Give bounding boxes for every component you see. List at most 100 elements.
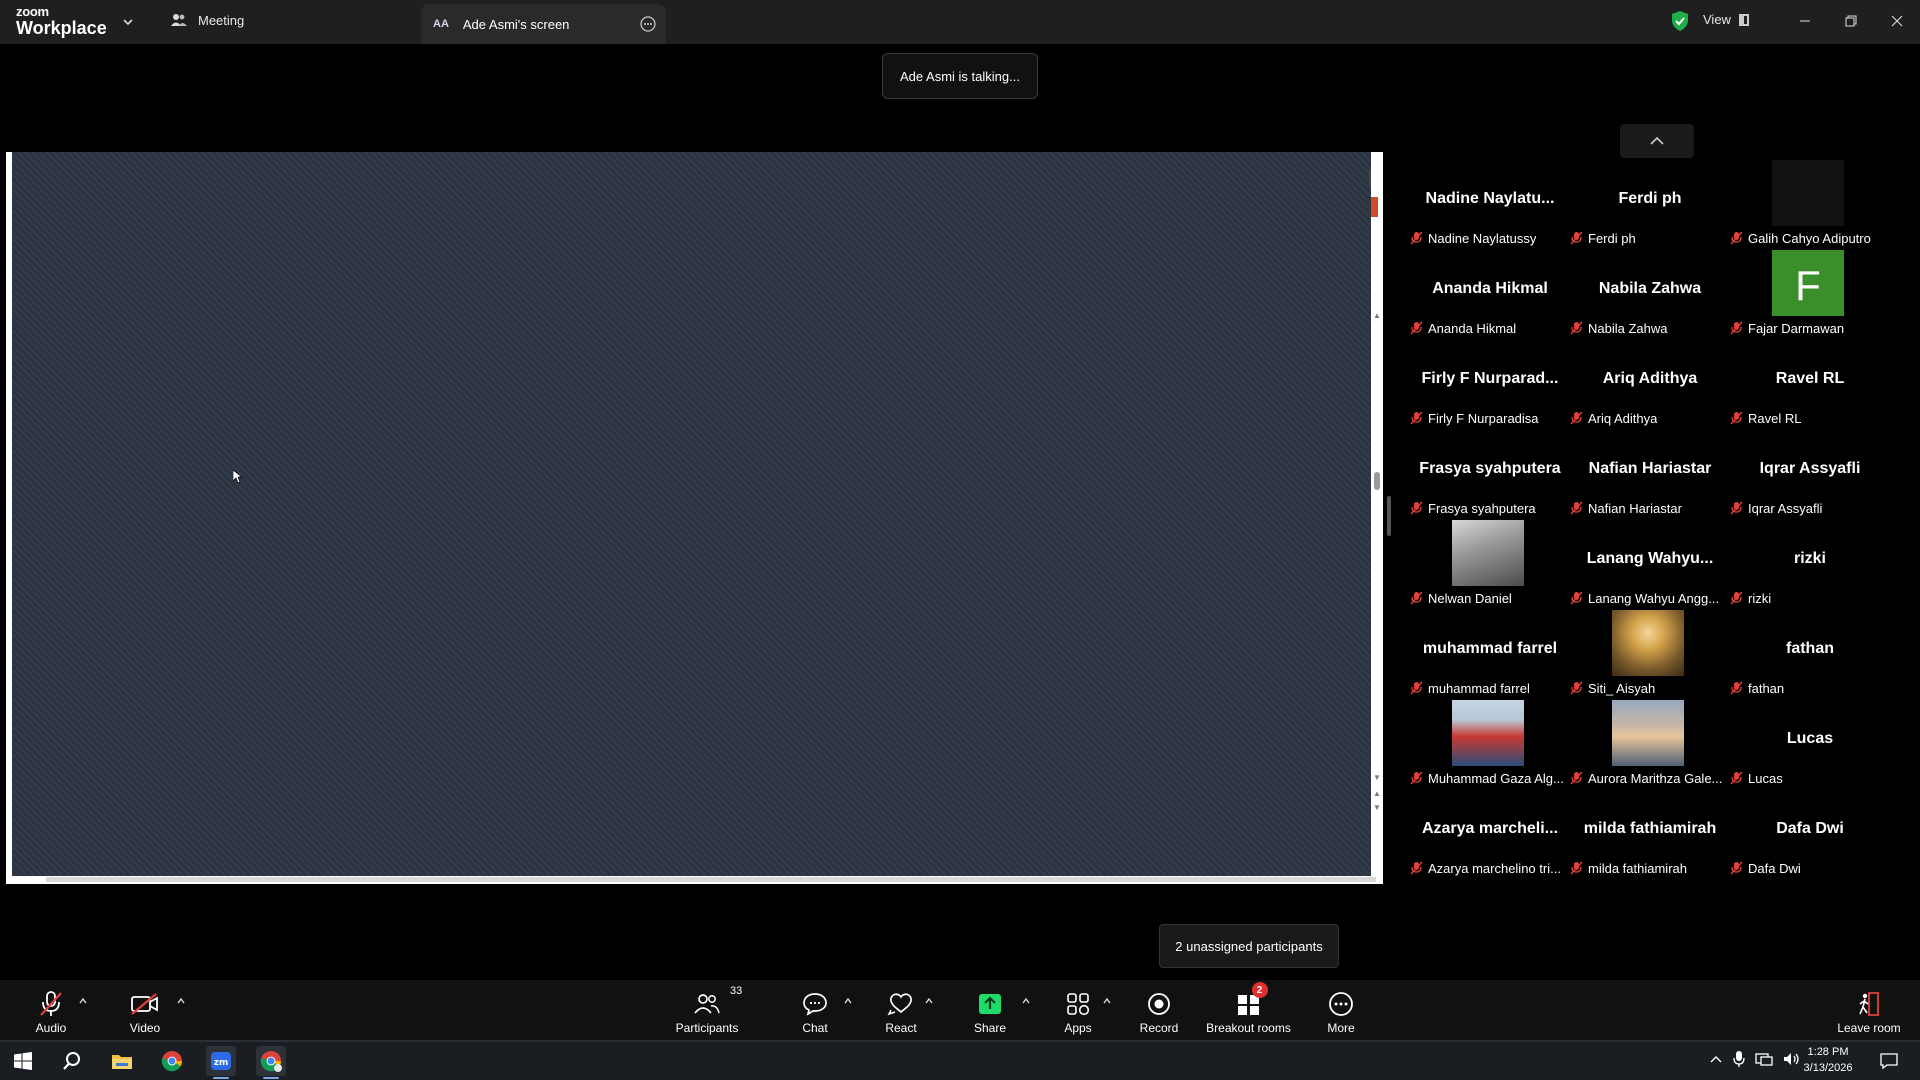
participant-tile[interactable]: Nelwan Daniel — [1410, 520, 1570, 606]
taskbar-zoom[interactable]: zm — [206, 1046, 236, 1079]
participant-tile[interactable]: fathan fathan — [1730, 610, 1890, 696]
scroll-page-up-icon[interactable]: ▲ — [1373, 790, 1381, 798]
participant-tile[interactable]: rizki rizki — [1730, 520, 1890, 606]
participant-display-name: Dafa Dwi — [1776, 820, 1844, 837]
participant-nameplate: milda fathiamirah — [1570, 858, 1687, 878]
zoom-workplace-logo[interactable]: zoom Workplace — [16, 5, 107, 37]
shared-screen-content[interactable] — [12, 152, 1371, 876]
react-options-caret-icon[interactable] — [924, 996, 934, 1006]
participant-display-name: Lanang Wahyu... — [1586, 550, 1714, 567]
chat-button[interactable]: Chat — [798, 980, 832, 1040]
participant-name: Fajar Darmawan — [1748, 320, 1845, 336]
view-button[interactable]: View — [1703, 12, 1749, 27]
taskbar-chrome-2[interactable] — [256, 1046, 286, 1079]
scroll-page-down-icon[interactable]: ▼ — [1373, 804, 1381, 812]
notifications-button[interactable] — [1874, 1046, 1904, 1076]
tab-shared-screen[interactable]: AA Ade Asmi's screen — [421, 4, 666, 44]
scroll-down-arrow-icon[interactable]: ▼ — [1373, 774, 1381, 782]
microphone-muted-icon — [1730, 321, 1743, 335]
participant-tile[interactable]: Iqrar Assyafli Iqrar Assyafli — [1730, 430, 1890, 516]
clock-date: 3/13/2026 — [1803, 1062, 1853, 1074]
participant-tile[interactable]: Frasya syahputera Frasya syahputera — [1410, 430, 1570, 516]
audio-button[interactable]: Audio — [34, 980, 68, 1040]
video-options-caret-icon[interactable] — [176, 996, 186, 1006]
video-button[interactable]: Video — [128, 980, 162, 1040]
participant-tile[interactable]: Muhammad Gaza Alg... — [1410, 700, 1570, 786]
unassigned-participants-notice[interactable]: 2 unassigned participants — [1159, 924, 1339, 968]
more-button[interactable]: More — [1324, 980, 1358, 1040]
chevron-down-icon[interactable] — [121, 15, 135, 29]
heart-react-icon — [884, 988, 918, 1020]
breakout-rooms-button[interactable]: 2 Breakout rooms — [1206, 980, 1291, 1040]
restore-icon — [1845, 15, 1857, 27]
network-icon[interactable] — [1755, 1051, 1773, 1067]
participant-tile[interactable]: Ravel RL Ravel RL — [1730, 340, 1890, 426]
chat-label: Chat — [802, 1021, 828, 1035]
shared-screen-scrollbar[interactable]: ▲ ▼ ▲ ▼ — [1371, 312, 1383, 882]
participant-tile[interactable]: milda fathiamirah milda fathiamirah — [1570, 790, 1730, 876]
participant-name: Nadine Naylatussy — [1428, 230, 1537, 246]
participant-tile[interactable]: Azarya marcheli... Azarya marchelino tri.… — [1410, 790, 1570, 876]
participants-button[interactable]: 33 Participants — [672, 980, 743, 1040]
scrollbar-thumb[interactable] — [1374, 472, 1380, 490]
more-options-icon[interactable] — [640, 16, 656, 32]
folder-icon — [112, 1055, 132, 1069]
react-button[interactable]: React — [884, 980, 918, 1040]
gallery-scroll-up-button[interactable] — [1620, 124, 1694, 158]
taskbar-clock[interactable]: 1:28 PM 3/13/2026 — [1788, 1044, 1868, 1076]
tab-meeting[interactable]: Meeting — [170, 12, 244, 28]
participant-tile[interactable]: Galih Cahyo Adiputro — [1730, 160, 1890, 246]
encryption-shield-icon[interactable] — [1670, 10, 1690, 32]
participant-tile[interactable]: Nafian Hariastar Nafian Hariastar — [1570, 430, 1730, 516]
participant-nameplate: Nafian Hariastar — [1570, 498, 1682, 518]
taskbar-file-explorer[interactable] — [107, 1046, 137, 1076]
taskbar-chrome[interactable] — [157, 1046, 187, 1076]
participant-nameplate: Ananda Hikmal — [1410, 318, 1516, 338]
apps-button[interactable]: Apps — [1061, 980, 1095, 1040]
minimize-icon — [1800, 20, 1810, 22]
participant-tile[interactable]: Ariq Adithya Ariq Adithya — [1570, 340, 1730, 426]
participant-tile[interactable]: Siti_ Aisyah — [1570, 610, 1730, 696]
participant-tile[interactable]: Firly F Nurparad... Firly F Nurparadisa — [1410, 340, 1570, 426]
panel-resize-handle[interactable] — [1387, 496, 1391, 536]
windows-start-button[interactable] — [8, 1046, 38, 1076]
participant-nameplate: Lanang Wahyu Angg... — [1570, 588, 1719, 608]
record-button[interactable]: Record — [1140, 980, 1178, 1040]
audio-options-caret-icon[interactable] — [78, 996, 88, 1006]
apps-options-caret-icon[interactable] — [1102, 996, 1112, 1006]
participant-video-thumbnail — [1772, 160, 1844, 226]
taskbar-top-edge — [0, 1040, 1920, 1042]
tray-expand-icon[interactable] — [1709, 1054, 1723, 1064]
chat-options-caret-icon[interactable] — [843, 996, 853, 1006]
participant-display-name: Ferdi ph — [1618, 190, 1682, 207]
microphone-muted-icon — [1570, 771, 1583, 785]
share-button[interactable]: Share — [973, 980, 1007, 1040]
participant-tile[interactable]: Nabila Zahwa Nabila Zahwa — [1570, 250, 1730, 336]
participant-tile[interactable]: Aurora Marithza Gale... — [1570, 700, 1730, 786]
participant-tile[interactable]: F Fajar Darmawan — [1730, 250, 1890, 336]
participant-tile[interactable]: muhammad farrel muhammad farrel — [1410, 610, 1570, 696]
taskbar-search-button[interactable] — [57, 1046, 87, 1076]
minimize-button[interactable] — [1790, 8, 1820, 34]
microphone-muted-icon — [1570, 591, 1583, 605]
leave-room-button[interactable]: Leave room — [1834, 980, 1904, 1040]
participant-name: Nelwan Daniel — [1428, 590, 1512, 606]
brand-line2: Workplace — [16, 18, 107, 38]
microphone-tray-icon[interactable] — [1733, 1050, 1745, 1068]
participant-display-name: milda fathiamirah — [1583, 820, 1717, 837]
scroll-up-arrow-icon[interactable]: ▲ — [1373, 312, 1381, 320]
participant-display-name: Firly F Nurparad... — [1421, 370, 1559, 387]
share-options-caret-icon[interactable] — [1021, 996, 1031, 1006]
participant-tile[interactable]: Lucas Lucas — [1730, 700, 1890, 786]
leave-room-label: Leave room — [1837, 1021, 1901, 1035]
participant-tile[interactable]: Nadine Naylatu... Nadine Naylatussy — [1410, 160, 1570, 246]
participant-tile[interactable]: Ferdi ph Ferdi ph — [1570, 160, 1730, 246]
participant-nameplate: Aurora Marithza Gale... — [1570, 768, 1722, 788]
participant-display-name: rizki — [1793, 550, 1826, 567]
restore-button[interactable] — [1836, 8, 1866, 34]
participant-tile[interactable]: Dafa Dwi Dafa Dwi — [1730, 790, 1890, 876]
participant-tile[interactable]: Lanang Wahyu... Lanang Wahyu Angg... — [1570, 520, 1730, 606]
participant-tile[interactable]: Ananda Hikmal Ananda Hikmal — [1410, 250, 1570, 336]
close-button[interactable] — [1882, 8, 1912, 34]
participants-label: Participants — [675, 1021, 739, 1035]
